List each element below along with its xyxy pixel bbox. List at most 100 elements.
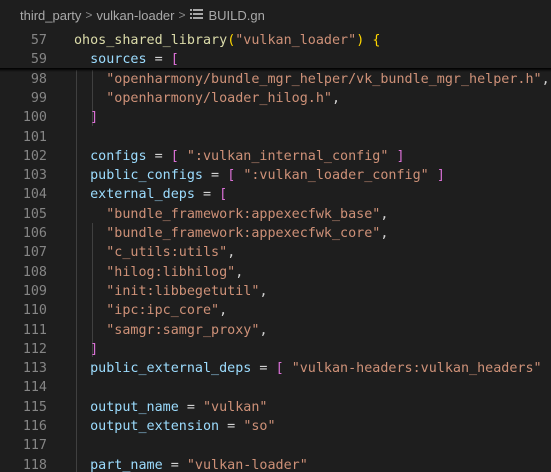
line-number: 98 [30,71,47,87]
code-line[interactable]: 114 [0,378,551,397]
code-text: ] [74,340,98,359]
code-line[interactable]: 109 "init:libbegetutil", [0,282,551,301]
code-token: = [194,187,220,203]
breadcrumb-folder-vulkan-loader[interactable]: vulkan-loader [96,8,174,23]
code-token: ohos_shared_library [74,33,228,48]
code-line[interactable]: 102 configs = [ ":vulkan_internal_config… [0,147,551,166]
chevron-right-icon: > [85,8,93,22]
code-line[interactable]: 100 ] [0,108,551,127]
code-token: output_name [90,399,179,415]
code-token: = [203,168,228,184]
list-lines-icon [189,8,203,23]
line-number: 114 [22,380,47,396]
code-line[interactable]: 99 "openharmony/loader_hilog.h", [0,89,551,108]
code-text: "bundle_framework:appexecfwk_base", [74,205,388,224]
breadcrumb: third_party > vulkan-loader > BUILD.gn [0,0,551,30]
code-token: , [227,245,236,261]
code-token: = [178,399,203,415]
code-token: sources [90,52,147,68]
code-token: = [146,148,171,164]
code-line[interactable]: 113 public_external_deps = [ "vulkan-hea… [0,359,551,378]
line-number: 118 [22,457,47,472]
code-token: part_name [90,457,163,472]
code-token: ] [90,341,99,357]
line-number: 117 [22,438,47,454]
code-line[interactable]: 112 ] [0,340,551,359]
code-token: "bundle_framework:appexecfwk_base" [106,206,381,222]
code-line[interactable]: 118 part_name = "vulkan-loader" [0,456,551,472]
code-token: ":vulkan_loader_config" [243,168,429,184]
sticky-scroll-line[interactable]: 59 sources = [ [0,50,551,70]
line-number: 105 [22,206,47,222]
code-token: "ipc:ipc_core" [106,303,220,319]
code-line[interactable]: 98 "openharmony/bundle_mgr_helper/vk_bun… [0,70,551,89]
code-line[interactable]: 117 [0,436,551,455]
code-line[interactable]: 116 output_extension = "so" [0,417,551,436]
line-number: 101 [22,129,47,145]
code-line[interactable]: 110 "ipc:ipc_core", [0,301,551,320]
line-number: 104 [22,187,47,203]
line-number: 110 [22,303,47,319]
code-token: "vulkan-loader" [186,457,308,472]
breadcrumb-file-build-gn[interactable]: BUILD.gn [209,8,265,23]
code-text: "samgr:samgr_proxy", [74,321,267,340]
code-text: "openharmony/loader_hilog.h", [74,89,340,108]
code-text: "openharmony/bundle_mgr_helper/vk_bundle… [74,70,549,89]
code-token: [ [219,187,228,203]
line-number: 103 [22,168,47,184]
code-line[interactable]: 107 "c_utils:utils", [0,243,551,262]
code-text: output_name = "vulkan" [74,398,267,417]
code-token: "vulkan_loader" [235,33,357,48]
line-number: 109 [22,283,47,299]
code-token: output_extension [90,419,220,434]
code-text: configs = [ ":vulkan_internal_config" ] [74,147,404,166]
code-token: external_deps [90,187,195,203]
line-number: 108 [22,264,47,280]
code-token: , [331,90,341,106]
breadcrumb-folder-third-party[interactable]: third_party [20,8,81,23]
code-text: "bundle_framework:appexecfwk_core", [74,224,388,243]
code-text: "c_utils:utils", [74,243,235,262]
code-token: , [259,283,268,299]
sticky-scroll-line[interactable]: 57 ohos_shared_library("vulkan_loader") { [0,31,551,50]
code-token: = [251,361,276,377]
code-text: "ipc:ipc_core", [74,301,227,320]
code-token: public_external_deps [90,361,252,377]
code-text: ] [74,108,98,127]
code-line[interactable]: 104 external_deps = [ [0,185,551,204]
code-token: , [235,264,244,280]
code-line[interactable]: 108 "hilog:libhilog", [0,263,551,282]
code-editor[interactable]: 57 ohos_shared_library("vulkan_loader") {… [0,30,551,472]
code-line[interactable]: 103 public_configs = [ ":vulkan_loader_c… [0,166,551,185]
code-line[interactable]: 101 [0,128,551,147]
code-token: "so" [243,419,276,434]
code-token: ":vulkan_internal_config" [186,148,389,164]
line-number: 57 [30,33,47,48]
code-text: public_configs = [ ":vulkan_loader_confi… [74,166,445,185]
sticky-scroll-shadow [0,68,551,72]
code-token: "bundle_framework:appexecfwk_core" [106,226,381,241]
code-line[interactable]: 105 "bundle_framework:appexecfwk_base", [0,205,551,224]
code-line[interactable]: 115 output_name = "vulkan" [0,398,551,417]
code-text: "hilog:libhilog", [74,263,243,282]
line-number: 59 [30,52,47,68]
code-line[interactable]: 111 "samgr:samgr_proxy", [0,321,551,340]
code-token: public_configs [90,168,203,184]
code-line[interactable]: 106 "bundle_framework:appexecfwk_core", [0,224,551,243]
code-token: [ [170,148,179,164]
line-number: 100 [22,110,47,126]
code-text: output_extension = "so" [74,417,276,436]
line-number: 113 [22,361,47,377]
